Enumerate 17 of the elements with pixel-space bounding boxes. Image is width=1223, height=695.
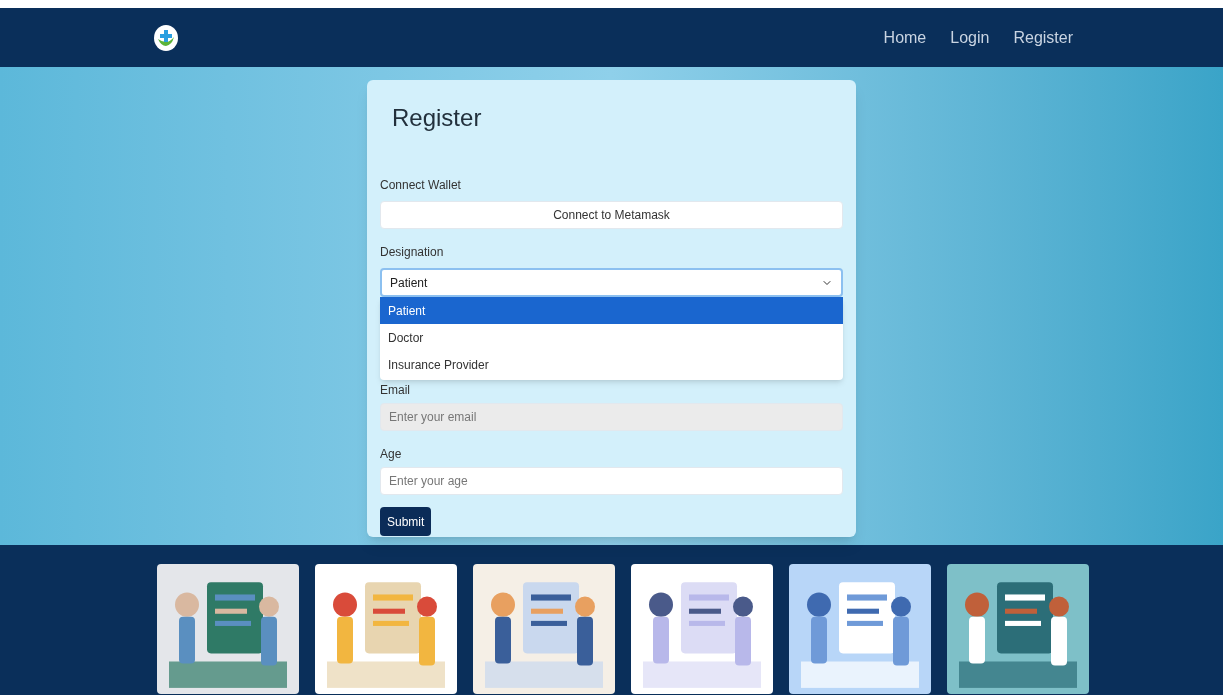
field-label: Designation xyxy=(380,244,445,261)
nav-link[interactable]: Home xyxy=(883,25,927,50)
dropdown-option[interactable]: Insurance Provider xyxy=(380,351,843,378)
field-label: Email xyxy=(380,382,411,399)
form-title: Register xyxy=(392,103,483,133)
field-label: Age xyxy=(380,446,403,463)
field-label: Connect Wallet xyxy=(380,177,462,194)
nav-link[interactable]: Register xyxy=(1013,25,1073,50)
input-field[interactable]: Enter your age xyxy=(380,467,843,495)
dropdown-option[interactable]: Doctor xyxy=(380,324,843,351)
select-value: Patient xyxy=(390,274,428,292)
submit-button[interactable]: Submit xyxy=(380,507,432,536)
dropdown-option[interactable]: Patient xyxy=(380,297,843,324)
designation-select[interactable]: Patient xyxy=(380,268,843,297)
logo-icon xyxy=(154,24,178,51)
nav-link[interactable]: Login xyxy=(950,25,990,50)
connect-wallet-button[interactable]: Connect to Metamask xyxy=(380,201,843,229)
